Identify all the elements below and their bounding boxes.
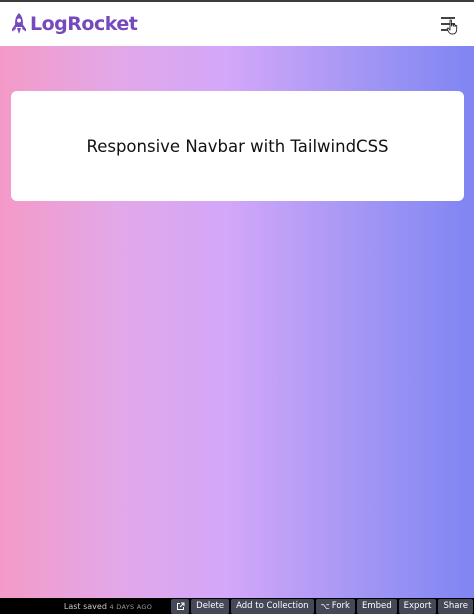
fork-icon: ⌥	[320, 601, 330, 611]
pointer-cursor-icon	[446, 19, 458, 35]
add-to-collection-button[interactable]: Add to Collection	[231, 598, 314, 614]
hero-card: Responsive Navbar with TailwindCSS	[11, 91, 464, 201]
open-in-new-window-button[interactable]	[171, 598, 190, 614]
card-title: Responsive Navbar with TailwindCSS	[86, 136, 389, 156]
share-button[interactable]: Share	[438, 598, 473, 614]
last-saved-label: Last saved	[63, 601, 107, 611]
last-saved-status: Last saved 4 DAYS AGO	[64, 602, 152, 611]
hero-gradient-section: Responsive Navbar with TailwindCSS	[0, 46, 474, 598]
hamburger-menu-button[interactable]	[440, 12, 462, 36]
navbar: LogRocket	[0, 2, 474, 46]
delete-button[interactable]: Delete	[191, 598, 230, 614]
external-link-icon	[176, 602, 185, 610]
export-button[interactable]: Export	[398, 598, 437, 614]
rocket-icon	[12, 13, 26, 34]
editor-footer-bar: Last saved 4 DAYS AGO Delete Add to Coll…	[0, 598, 474, 614]
embed-button[interactable]: Embed	[356, 598, 397, 614]
fork-button[interactable]: ⌥ Fork	[315, 598, 355, 614]
last-saved-time: 4 DAYS AGO	[109, 602, 153, 611]
fork-label: Fork	[331, 601, 350, 611]
brand-logo[interactable]: LogRocket	[10, 12, 138, 36]
brand-name: LogRocket	[30, 13, 138, 35]
